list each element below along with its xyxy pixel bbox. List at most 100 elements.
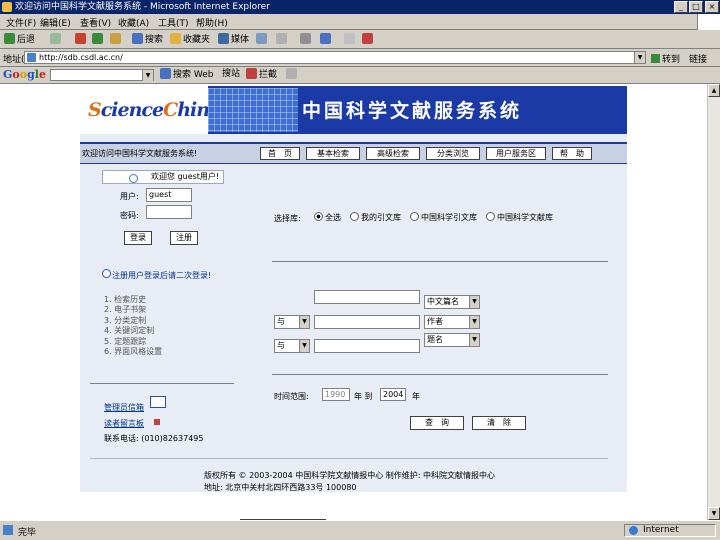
search-button[interactable]: 搜索 [132,33,163,46]
feature-item[interactable]: 2. 电子书架 [104,304,146,315]
go-button[interactable]: 转到 [651,52,680,65]
user-label: 用户: [120,192,139,201]
search-clear-button[interactable]: 清 除 [472,416,526,430]
nav-user-service[interactable]: 用户服务区 [486,147,546,160]
search-field-select[interactable]: 题名 ▼ [424,333,480,347]
popup-blocker-button[interactable]: 拦截 [246,68,277,81]
nav-home[interactable]: 首 页 [260,147,300,160]
search-icon [132,33,143,44]
nav-help[interactable]: 帮 助 [552,147,592,160]
login-button[interactable]: 登录 [124,231,152,245]
history-button[interactable] [256,33,269,46]
menu-favorites[interactable]: 收藏(A) [118,16,149,29]
web-page: ScienceChina 中国科学文献服务系统 欢迎访问中国科学文献服务系统! … [80,86,627,492]
envelope-icon[interactable] [150,396,166,408]
back-arrow-icon [4,33,15,44]
time-range-label: 时间范围: [274,392,309,401]
search-operator-select[interactable]: 与 ▼ [274,339,310,353]
site-logo[interactable]: ScienceChina [88,99,221,121]
notice-icon [102,269,111,278]
year-from-input[interactable]: 1990 [322,388,350,401]
dropdown-arrow-icon: ▼ [299,340,309,352]
user-status-icon [129,174,138,183]
mail-button[interactable] [276,33,289,46]
forward-button[interactable] [50,33,63,46]
google-web-search-button[interactable]: 搜索 Web [160,68,213,81]
vertical-scrollbar[interactable]: ▲ ▼ [707,84,720,520]
menu-edit[interactable]: 编辑(E) [40,16,71,29]
pen-icon [154,419,160,425]
google-toolbar: Google ▼ 搜索 Web 搜站 拦截 [0,67,720,84]
discuss-button[interactable] [344,33,357,46]
links-button[interactable]: 链接 [689,52,707,65]
messenger-button[interactable] [362,33,375,46]
back-button[interactable]: 后退 [4,33,35,46]
minimize-button[interactable]: _ [674,1,688,13]
media-button[interactable]: 媒体 [218,33,249,46]
google-search-site-button[interactable]: 搜站 [222,68,240,81]
footer-copyright: 版权所有 © 2003-2004 中国科学院文献情报中心 制作维护: 中科院文献… [204,471,496,480]
print-button[interactable] [300,33,313,46]
menu-tools[interactable]: 工具(T) [158,16,189,29]
nav-advanced-search[interactable]: 高级检索 [366,147,420,160]
scroll-up-icon[interactable]: ▲ [708,84,720,97]
edit-button[interactable] [320,33,333,46]
favorites-button[interactable]: 收藏夹 [170,33,210,46]
feature-item[interactable]: 4. 关键词定制 [104,325,154,336]
admin-mailbox-link[interactable]: 管理员信箱 [104,402,144,413]
google-search-input[interactable]: ▼ [50,69,154,81]
home-button[interactable] [110,33,123,46]
google-options-button[interactable] [286,68,299,81]
globe-icon [629,526,638,535]
radio-icon [486,212,495,221]
guestbook-link[interactable]: 读者留言板 [104,418,144,429]
db-option-my-citations[interactable]: 我的引文库 [350,212,401,223]
close-button[interactable]: × [705,1,719,13]
google-search-dropdown-icon[interactable]: ▼ [142,70,153,81]
search-term-input[interactable] [314,315,420,329]
db-select-label: 选择库: [274,214,301,223]
search-term-input[interactable] [314,339,420,353]
password-label: 密码: [120,211,139,220]
menu-help[interactable]: 帮助(H) [196,16,228,29]
nav-browse-category[interactable]: 分类浏览 [426,147,480,160]
db-option-literature-db[interactable]: 中国科学文献库 [486,212,553,223]
year-unit: 年 [412,392,420,401]
scroll-down-icon[interactable]: ▼ [708,507,720,520]
search-operator-select[interactable]: 与 ▼ [274,315,310,329]
search-term-input[interactable] [314,290,420,304]
feature-item[interactable]: 6. 界面风格设置 [104,346,162,357]
dropdown-arrow-icon: ▼ [299,316,309,328]
search-divider-top [272,261,608,262]
search-field-select[interactable]: 作者 ▼ [424,315,480,329]
status-bar: 完毕 Internet [0,520,720,540]
db-option-citation-db[interactable]: 中国科学引文库 [410,212,477,223]
print-icon [300,33,311,44]
nav-basic-search[interactable]: 基本检索 [306,147,360,160]
refresh-button[interactable] [92,33,105,46]
done-page-icon [3,525,13,535]
maximize-button[interactable]: □ [689,1,703,13]
address-dropdown-icon[interactable]: ▼ [634,52,645,63]
stop-button[interactable] [75,33,88,46]
search-submit-button[interactable]: 查 询 [410,416,464,430]
menu-file[interactable]: 文件(F) [6,16,36,29]
discuss-icon [344,33,355,44]
google-logo[interactable]: Google [3,68,46,81]
search-field-select[interactable]: 中文篇名 ▼ [424,295,480,309]
register-button[interactable]: 注册 [170,231,198,245]
address-input[interactable]: http://sdb.csdl.ac.cn/ ▼ [24,51,646,64]
username-input[interactable]: guest [146,188,192,202]
menu-bar: 文件(F) 编辑(E) 查看(V) 收藏(A) 工具(T) 帮助(H) [0,14,720,30]
options-icon [286,68,297,79]
windows-logo-icon [697,14,720,30]
password-input[interactable] [146,205,192,219]
welcome-text: 欢迎访问中国科学文献服务系统! [82,149,198,158]
menu-view[interactable]: 查看(V) [80,16,111,29]
year-to-input[interactable]: 2004 [380,388,406,401]
page-icon [27,53,36,62]
dropdown-arrow-icon: ▼ [469,316,479,328]
db-option-all[interactable]: 全选 [314,212,341,223]
window-title: 欢迎访问中国科学文献服务系统 - Microsoft Internet Expl… [15,2,270,12]
mail-icon [276,33,287,44]
